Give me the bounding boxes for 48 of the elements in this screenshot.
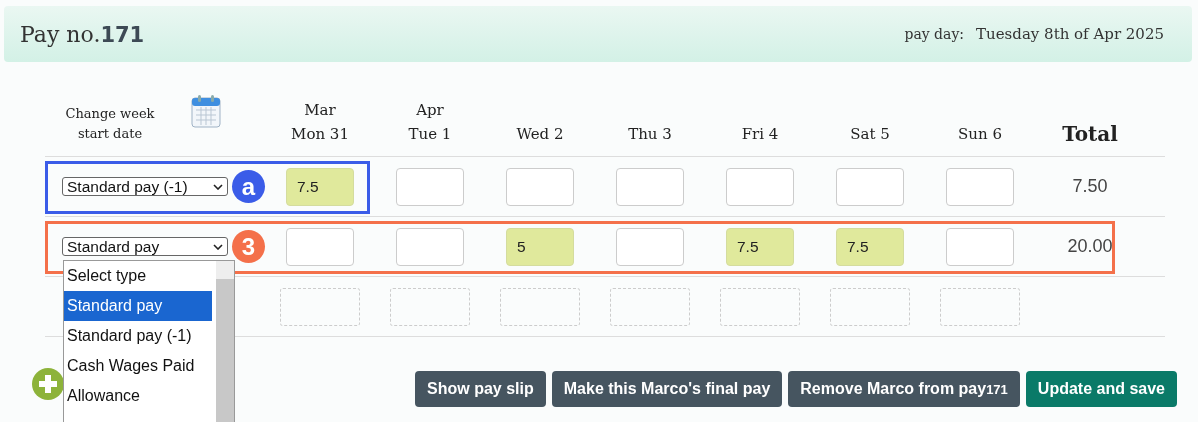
step-badge: 3 [232,230,265,263]
hours-input[interactable] [726,167,794,206]
day-header: Tue 1 [408,124,452,145]
hours-input[interactable]: 7.5 [836,227,904,266]
hours-input[interactable] [396,227,464,266]
hours-input[interactable]: 5 [506,227,574,266]
hours-input[interactable] [286,227,354,266]
hours-input[interactable] [946,227,1014,266]
hours-input[interactable] [946,167,1014,206]
calendar-icon[interactable] [191,94,221,128]
total-header: Total [1062,122,1118,146]
scrollbar[interactable] [216,261,234,422]
pay-type-select[interactable]: Standard pay [62,237,228,256]
change-week-link[interactable]: Change week start date [55,104,165,144]
pay-day-label: pay day: [904,26,965,42]
step-badge: a [232,170,265,203]
day-header: Mon 31 [291,124,349,145]
hours-input[interactable]: 7.5 [726,227,794,266]
dropdown-option[interactable]: Allowance [64,381,212,411]
dropdown-option[interactable]: Standard pay (-1) [64,321,212,351]
action-button[interactable]: Make this Marco's final pay [551,371,783,407]
month-label: Mar [304,100,336,121]
day-header: Thu 3 [628,124,672,145]
chevron-icon[interactable] [213,243,223,250]
row-total: 20.00 [1067,236,1113,256]
pay-day-value: Tuesday 8th of Apr 2025 [976,25,1164,43]
dropdown-option[interactable]: Select type [64,261,212,291]
dropdown-option[interactable]: Standard pay [64,291,212,321]
pay-type-select[interactable]: Standard pay (-1) [62,177,228,196]
day-header: Sun 6 [958,124,1002,145]
action-button[interactable]: Remove Marco from pay171 [788,371,1020,407]
hours-input[interactable]: 7.5 [286,167,354,206]
action-button[interactable]: Show pay slip [415,371,546,407]
hours-input[interactable] [396,167,464,206]
row-total: 7.50 [1072,176,1108,196]
hours-input[interactable] [616,227,684,266]
action-button[interactable]: Update and save [1025,371,1177,407]
month-label: Apr [416,100,444,121]
chevron-icon[interactable] [213,183,223,190]
hours-input[interactable] [506,167,574,206]
hours-input[interactable] [616,167,684,206]
day-header: Sat 5 [850,124,890,145]
hours-input[interactable] [836,167,904,206]
day-header: Fri 4 [741,124,779,145]
day-header: Wed 2 [516,124,564,145]
dropdown-option[interactable]: Cash Wages Paid [64,351,212,381]
pay-title: Pay no.171 [20,21,146,47]
add-icon[interactable] [31,367,65,401]
